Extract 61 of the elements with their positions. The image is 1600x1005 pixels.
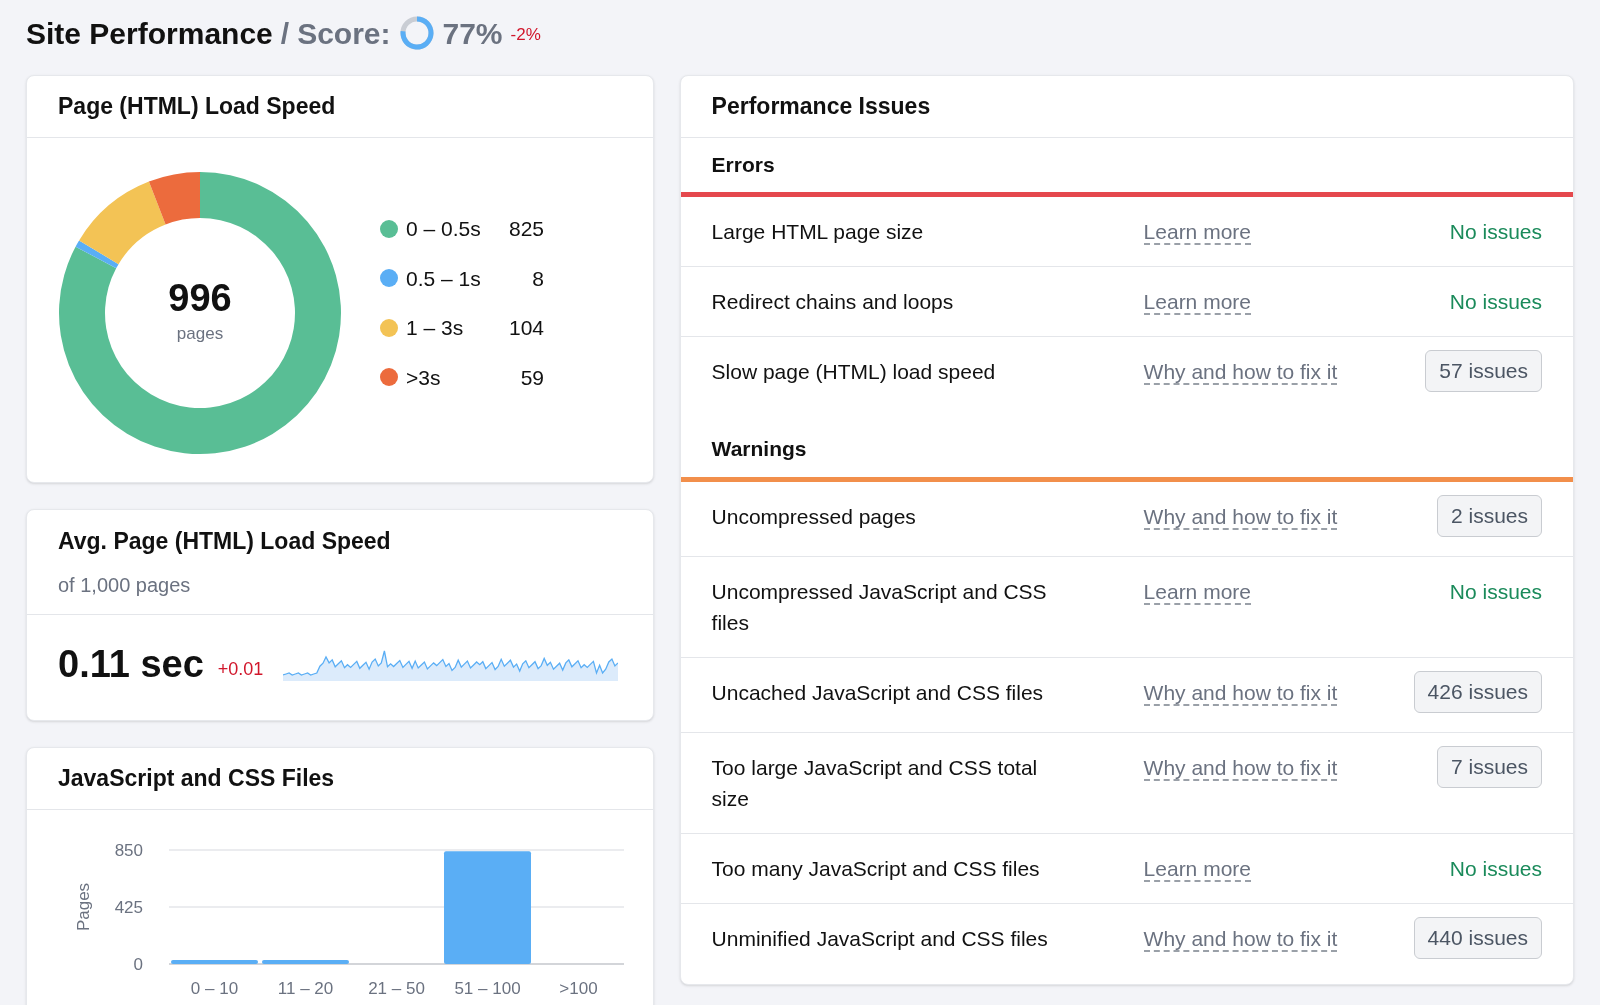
tick-label: 0 – 10 — [190, 979, 239, 998]
legend-label: 0.5 – 1s — [406, 265, 482, 292]
issue-name: Unminified JavaScript and CSS files — [711, 926, 1049, 952]
score-ring-icon — [398, 15, 435, 51]
card-title: Performance Issues — [711, 92, 931, 122]
total-count: 996 — [168, 279, 232, 318]
status-text: No issues — [1449, 856, 1542, 882]
axis-label: Pages — [74, 882, 93, 932]
help-link[interactable]: Learn more — [1143, 220, 1251, 245]
help-link[interactable]: Why and how to fix it — [1143, 681, 1338, 706]
status-text: No issues — [1449, 579, 1542, 605]
tick-label: 11 – 20 — [277, 979, 334, 998]
tick-label: 850 — [114, 841, 143, 860]
legend-value: 59 — [519, 364, 544, 391]
card-title: Page (HTML) Load Speed — [58, 92, 336, 122]
issue-name: Too many JavaScript and CSS files — [711, 856, 1041, 882]
separator: / — [280, 15, 290, 52]
card-subtitle: of 1,000 pages — [58, 573, 192, 599]
section-title: Errors — [711, 152, 775, 179]
help-link[interactable]: Why and how to fix it — [1143, 360, 1338, 385]
avg-change: +0.01 — [217, 658, 264, 681]
issue-name: Uncached JavaScript and CSS files — [711, 680, 1045, 706]
issues-count-button[interactable]: 426 issues — [1413, 671, 1542, 713]
legend-value: 825 — [507, 216, 544, 242]
help-link[interactable]: Why and how to fix it — [1143, 927, 1338, 952]
help-link[interactable]: Learn more — [1143, 290, 1251, 315]
issues-count-button[interactable]: 440 issues — [1413, 917, 1542, 959]
avg-value: 0.11 sec — [58, 645, 204, 683]
issues-count-button[interactable]: 57 issues — [1425, 350, 1542, 392]
legend-label: >3s — [406, 364, 442, 391]
total-label: pages — [176, 323, 224, 346]
tick-label: 51 – 100 — [454, 979, 521, 998]
issue-name: Large HTML page size — [711, 219, 925, 245]
help-link[interactable]: Why and how to fix it — [1143, 505, 1338, 530]
score-value: 77% — [442, 15, 503, 52]
tick-label: 425 — [114, 898, 143, 917]
issue-name: Too large JavaScript and CSS total size — [711, 755, 1039, 812]
issue-name: Redirect chains and loops — [711, 289, 955, 315]
tick-label: 0 — [133, 955, 143, 974]
status-text: No issues — [1449, 289, 1542, 315]
issues-count-button[interactable]: 2 issues — [1436, 495, 1542, 537]
issue-name: Uncompressed JavaScript and CSS files — [711, 579, 1048, 636]
help-link[interactable]: Learn more — [1143, 857, 1251, 882]
issue-name: Slow page (HTML) load speed — [711, 359, 997, 385]
help-link[interactable]: Learn more — [1143, 580, 1251, 605]
tick-label: >100 — [559, 979, 598, 998]
card-title: JavaScript and CSS Files — [58, 764, 335, 794]
tick-label: 21 – 50 — [368, 979, 425, 998]
page-title: Site Performance — [26, 15, 273, 52]
section-title: Warnings — [711, 436, 807, 463]
legend-label: 1 – 3s — [406, 315, 465, 341]
legend-value: 104 — [507, 315, 544, 341]
issues-count-button[interactable]: 7 issues — [1436, 746, 1542, 788]
card-title: Avg. Page (HTML) Load Speed — [58, 526, 392, 556]
help-link[interactable]: Why and how to fix it — [1143, 756, 1338, 781]
status-text: No issues — [1449, 219, 1542, 245]
legend-value: 8 — [531, 265, 544, 292]
issue-name: Uncompressed pages — [711, 504, 917, 530]
legend-label: 0 – 0.5s — [406, 216, 482, 242]
score-change: -2% — [510, 24, 541, 47]
score-label: Score: — [297, 15, 391, 52]
